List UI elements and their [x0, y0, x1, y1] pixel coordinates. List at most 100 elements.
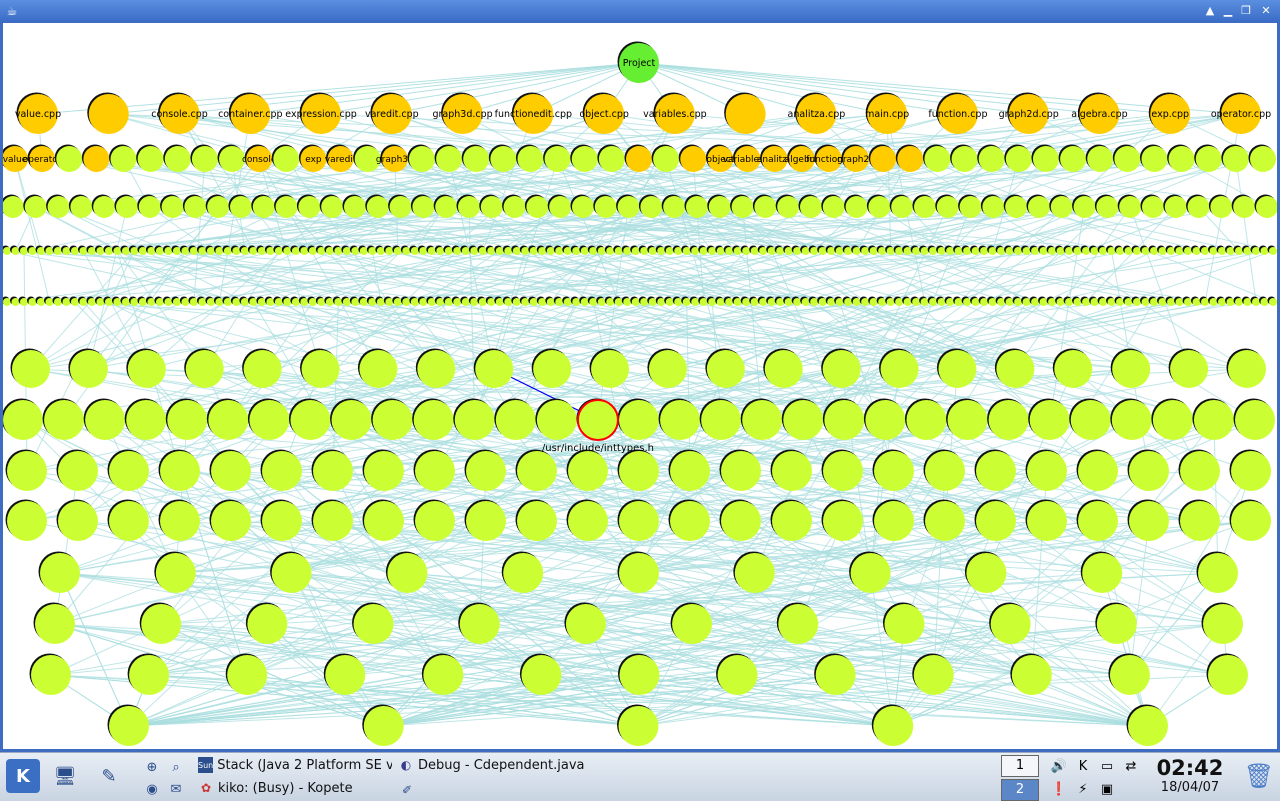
header-node[interactable]	[849, 551, 891, 594]
header-node[interactable]	[1221, 144, 1249, 173]
header-node[interactable]	[375, 245, 385, 256]
header-node[interactable]	[137, 194, 161, 219]
source-node[interactable]: main.cpp	[865, 92, 909, 135]
header-node[interactable]	[876, 245, 887, 256]
header-node[interactable]	[1259, 245, 1269, 256]
header-node[interactable]	[749, 245, 759, 256]
header-node[interactable]	[593, 194, 617, 219]
header-node[interactable]	[83, 398, 126, 441]
header-node[interactable]	[109, 144, 137, 173]
header-node[interactable]	[1123, 245, 1133, 256]
header-node[interactable]	[464, 449, 507, 492]
header-node[interactable]	[94, 296, 105, 307]
header-node[interactable]	[1126, 704, 1169, 747]
header-node[interactable]	[536, 296, 547, 307]
header-node[interactable]	[995, 296, 1006, 307]
header-node[interactable]	[412, 398, 454, 441]
header-node[interactable]	[740, 245, 751, 256]
source-node[interactable]	[87, 92, 129, 135]
header-node[interactable]	[23, 194, 47, 219]
header-node[interactable]	[137, 296, 147, 307]
header-node[interactable]	[460, 296, 470, 307]
header-node[interactable]	[245, 602, 288, 645]
header-node[interactable]	[1080, 296, 1091, 307]
header-node[interactable]	[300, 348, 340, 389]
header-node[interactable]	[114, 194, 139, 219]
header-node[interactable]	[323, 653, 366, 696]
header-node[interactable]	[18, 296, 28, 307]
header-node[interactable]	[342, 194, 367, 219]
task-kopete[interactable]: ✿ kiko: (Busy) - Kopete	[198, 777, 392, 799]
header-node[interactable]	[904, 398, 947, 441]
header-node[interactable]	[1010, 653, 1052, 696]
header-node[interactable]	[171, 296, 181, 307]
header-node[interactable]	[589, 348, 630, 389]
header-node[interactable]	[451, 296, 462, 307]
header-node[interactable]	[1225, 296, 1235, 307]
header-node[interactable]	[271, 144, 300, 173]
header-node[interactable]	[107, 704, 150, 747]
header-node[interactable]	[1199, 245, 1210, 256]
header-node[interactable]	[766, 245, 776, 256]
maximize-icon[interactable]: ❐	[1238, 3, 1254, 19]
header-node[interactable]	[311, 499, 354, 542]
header-node[interactable]	[1110, 398, 1152, 441]
header-node[interactable]	[678, 144, 707, 173]
header-node[interactable]	[672, 245, 683, 256]
header-node[interactable]	[230, 296, 241, 307]
header-node[interactable]	[477, 245, 487, 256]
header-node[interactable]	[1148, 296, 1159, 307]
header-node[interactable]	[953, 296, 963, 307]
header-node[interactable]	[1025, 499, 1068, 542]
network-icon[interactable]: ⇄	[1122, 757, 1140, 775]
header-node[interactable]	[33, 602, 76, 645]
header-node[interactable]	[1242, 296, 1252, 307]
header-node[interactable]	[1163, 194, 1187, 219]
header-node[interactable]	[715, 245, 725, 256]
header-node[interactable]	[825, 245, 836, 256]
header-node[interactable]	[54, 144, 83, 173]
header-node[interactable]	[69, 296, 79, 307]
header-node[interactable]	[1072, 245, 1082, 256]
header-node[interactable]	[1267, 296, 1278, 307]
header-node[interactable]	[519, 296, 530, 307]
header-node[interactable]	[638, 194, 663, 219]
header-node[interactable]	[126, 348, 166, 389]
source-node[interactable]: console.cpp	[151, 92, 208, 135]
dependency-graph-canvas[interactable]: Project value.cpp console.cpp container.cpp…	[3, 23, 1277, 749]
header-node[interactable]	[651, 144, 680, 173]
header-node[interactable]	[1080, 551, 1123, 594]
header-node[interactable]	[1151, 398, 1193, 441]
header-node[interactable]	[188, 296, 198, 307]
header-node[interactable]	[52, 296, 62, 307]
header-node[interactable]	[987, 398, 1029, 441]
header-node[interactable]	[1055, 245, 1065, 256]
header-node[interactable]	[209, 449, 252, 492]
header-node[interactable]	[950, 144, 978, 173]
task-stack-javadoc[interactable]: Sun Stack (Java 2 Platform SE v	[198, 754, 392, 776]
header-node[interactable]	[128, 296, 139, 307]
header-node[interactable]	[417, 296, 428, 307]
header-node[interactable]	[315, 296, 326, 307]
header-node[interactable]	[3, 194, 24, 219]
header-node[interactable]	[1052, 348, 1093, 389]
header-node[interactable]	[247, 296, 258, 307]
header-node[interactable]	[1254, 194, 1278, 219]
header-node[interactable]	[604, 296, 615, 307]
header-node[interactable]	[668, 449, 711, 492]
header-node[interactable]	[1178, 499, 1221, 542]
header-node[interactable]	[912, 194, 937, 219]
header-node[interactable]	[1201, 602, 1244, 645]
project-root-node[interactable]: Project	[617, 41, 660, 84]
header-node[interactable]	[800, 296, 810, 307]
header-node[interactable]	[617, 398, 660, 441]
header-node[interactable]	[91, 194, 116, 219]
header-node[interactable]	[42, 398, 85, 441]
header-node[interactable]	[1229, 499, 1272, 542]
header-node[interactable]	[1174, 245, 1184, 256]
header-node[interactable]: exp	[298, 144, 327, 173]
header-node[interactable]	[1208, 194, 1233, 219]
header-node[interactable]	[392, 296, 402, 307]
search-icon[interactable]: ⌕	[166, 757, 186, 777]
header-node[interactable]	[970, 296, 980, 307]
